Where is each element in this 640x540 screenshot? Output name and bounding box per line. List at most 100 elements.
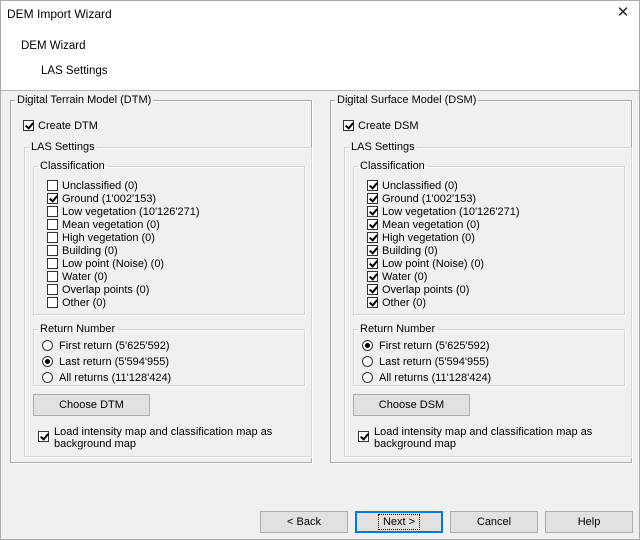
create-dsm-checkbox[interactable]: Create DSM <box>343 119 419 132</box>
cancel-button[interactable]: Cancel <box>450 511 538 533</box>
checkbox[interactable] <box>47 258 58 269</box>
return-label: First return (5'625'592) <box>59 339 170 352</box>
return-label: Last return (5'594'955) <box>379 355 489 368</box>
checkbox[interactable] <box>47 206 58 217</box>
dsm-load-map-label: Load intensity map and classification ma… <box>374 426 593 450</box>
checkbox[interactable] <box>367 297 378 308</box>
dsm-group-label: Digital Surface Model (DSM) <box>337 94 477 106</box>
dsm-class-checkbox[interactable]: Unclassified (0) <box>367 179 458 192</box>
checkbox[interactable] <box>367 219 378 230</box>
next-button-label: Next > <box>377 514 421 530</box>
wizard-title: DEM Wizard <box>21 40 86 52</box>
return-label: First return (5'625'592) <box>379 339 490 352</box>
dsm-load-map-checkbox[interactable]: Load intensity map and classification ma… <box>358 426 598 450</box>
dsm-class-checkbox[interactable]: Low vegetation (10'126'271) <box>367 205 520 218</box>
class-label: Water (0) <box>382 270 428 283</box>
class-label: Overlap points (0) <box>62 283 150 296</box>
class-label: Building (0) <box>382 244 438 257</box>
checkbox[interactable] <box>47 232 58 243</box>
dsm-las-settings-label: LAS Settings <box>351 141 415 153</box>
dsm-classification-label: Classification <box>360 160 425 172</box>
return-label: Last return (5'594'955) <box>59 355 169 368</box>
dsm-return-radio[interactable]: First return (5'625'592) <box>362 339 490 352</box>
title-bar: DEM Import Wizard ✕ <box>1 1 639 28</box>
dsm-class-checkbox[interactable]: Ground (1'002'153) <box>367 192 476 205</box>
radio-button[interactable] <box>42 356 53 367</box>
checkbox[interactable] <box>47 297 58 308</box>
help-button[interactable]: Help <box>545 511 633 533</box>
checkbox[interactable] <box>47 245 58 256</box>
class-label: Overlap points (0) <box>382 283 470 296</box>
checkbox[interactable] <box>367 258 378 269</box>
dsm-class-checkbox[interactable]: High vegetation (0) <box>367 231 475 244</box>
dtm-load-map-checkbox[interactable]: Load intensity map and classification ma… <box>38 426 278 450</box>
radio-button[interactable] <box>42 340 53 351</box>
radio-button[interactable] <box>362 356 373 367</box>
checkbox[interactable] <box>367 180 378 191</box>
create-dsm-label: Create DSM <box>358 119 419 132</box>
dsm-class-checkbox[interactable]: Low point (Noise) (0) <box>367 257 484 270</box>
checkbox[interactable] <box>47 284 58 295</box>
dsm-return-radio[interactable]: All returns (11'128'424) <box>362 371 491 384</box>
class-label: Building (0) <box>62 244 118 257</box>
checkbox[interactable] <box>367 232 378 243</box>
dsm-class-checkbox[interactable]: Building (0) <box>367 244 438 257</box>
dtm-return-radio[interactable]: First return (5'625'592) <box>42 339 170 352</box>
dsm-return-radio[interactable]: Last return (5'594'955) <box>362 355 489 368</box>
dtm-class-checkbox[interactable]: Mean vegetation (0) <box>47 218 160 231</box>
choose-dtm-button[interactable]: Choose DTM <box>33 394 150 416</box>
dtm-class-checkbox[interactable]: Other (0) <box>47 296 106 309</box>
return-label: All returns (11'128'424) <box>379 371 492 384</box>
dtm-class-checkbox[interactable]: Building (0) <box>47 244 118 257</box>
checkbox[interactable] <box>47 219 58 230</box>
checkbox[interactable] <box>367 284 378 295</box>
radio-button[interactable] <box>362 340 373 351</box>
class-label: Unclassified (0) <box>62 179 138 192</box>
create-dtm-box[interactable] <box>23 120 34 131</box>
dtm-las-settings-label: LAS Settings <box>31 141 95 153</box>
dtm-class-checkbox[interactable]: Low point (Noise) (0) <box>47 257 164 270</box>
class-label: Low point (Noise) (0) <box>62 257 165 270</box>
dtm-class-checkbox[interactable]: Unclassified (0) <box>47 179 138 192</box>
dtm-load-map-box[interactable] <box>38 431 49 442</box>
class-label: Ground (1'002'153) <box>382 192 477 205</box>
dsm-class-checkbox[interactable]: Other (0) <box>367 296 426 309</box>
dsm-class-checkbox[interactable]: Mean vegetation (0) <box>367 218 480 231</box>
dtm-load-map-label: Load intensity map and classification ma… <box>54 426 273 450</box>
dsm-class-checkbox[interactable]: Water (0) <box>367 270 427 283</box>
dem-import-wizard-window: DEM Import Wizard ✕ DEM Wizard LAS Setti… <box>0 0 640 540</box>
dtm-return-radio[interactable]: Last return (5'594'955) <box>42 355 169 368</box>
checkbox[interactable] <box>47 271 58 282</box>
next-button[interactable]: Next > <box>355 511 443 533</box>
class-label: Water (0) <box>62 270 108 283</box>
checkbox[interactable] <box>47 180 58 191</box>
close-icon[interactable]: ✕ <box>615 5 631 21</box>
choose-dsm-button[interactable]: Choose DSM <box>353 394 470 416</box>
dsm-load-map-box[interactable] <box>358 431 369 442</box>
create-dsm-box[interactable] <box>343 120 354 131</box>
dsm-class-checkbox[interactable]: Overlap points (0) <box>367 283 469 296</box>
dtm-class-checkbox[interactable]: High vegetation (0) <box>47 231 155 244</box>
checkbox[interactable] <box>367 206 378 217</box>
dtm-class-checkbox[interactable]: Water (0) <box>47 270 107 283</box>
checkbox[interactable] <box>47 193 58 204</box>
checkbox[interactable] <box>367 245 378 256</box>
class-label: Low point (Noise) (0) <box>382 257 485 270</box>
dtm-class-checkbox[interactable]: Low vegetation (10'126'271) <box>47 205 200 218</box>
create-dtm-checkbox[interactable]: Create DTM <box>23 119 98 132</box>
dtm-class-checkbox[interactable]: Ground (1'002'153) <box>47 192 156 205</box>
radio-button[interactable] <box>42 372 53 383</box>
dtm-return-number-label: Return Number <box>40 323 116 335</box>
class-label: Low vegetation (10'126'271) <box>62 205 200 218</box>
class-label: Other (0) <box>62 296 107 309</box>
class-label: High vegetation (0) <box>382 231 475 244</box>
wizard-subtitle: LAS Settings <box>41 65 108 77</box>
dtm-return-radio[interactable]: All returns (11'128'424) <box>42 371 171 384</box>
checkbox[interactable] <box>367 271 378 282</box>
dtm-group-label: Digital Terrain Model (DTM) <box>17 94 152 106</box>
dtm-class-checkbox[interactable]: Overlap points (0) <box>47 283 149 296</box>
back-button[interactable]: < Back <box>260 511 348 533</box>
window-title: DEM Import Wizard <box>7 7 112 21</box>
checkbox[interactable] <box>367 193 378 204</box>
radio-button[interactable] <box>362 372 373 383</box>
